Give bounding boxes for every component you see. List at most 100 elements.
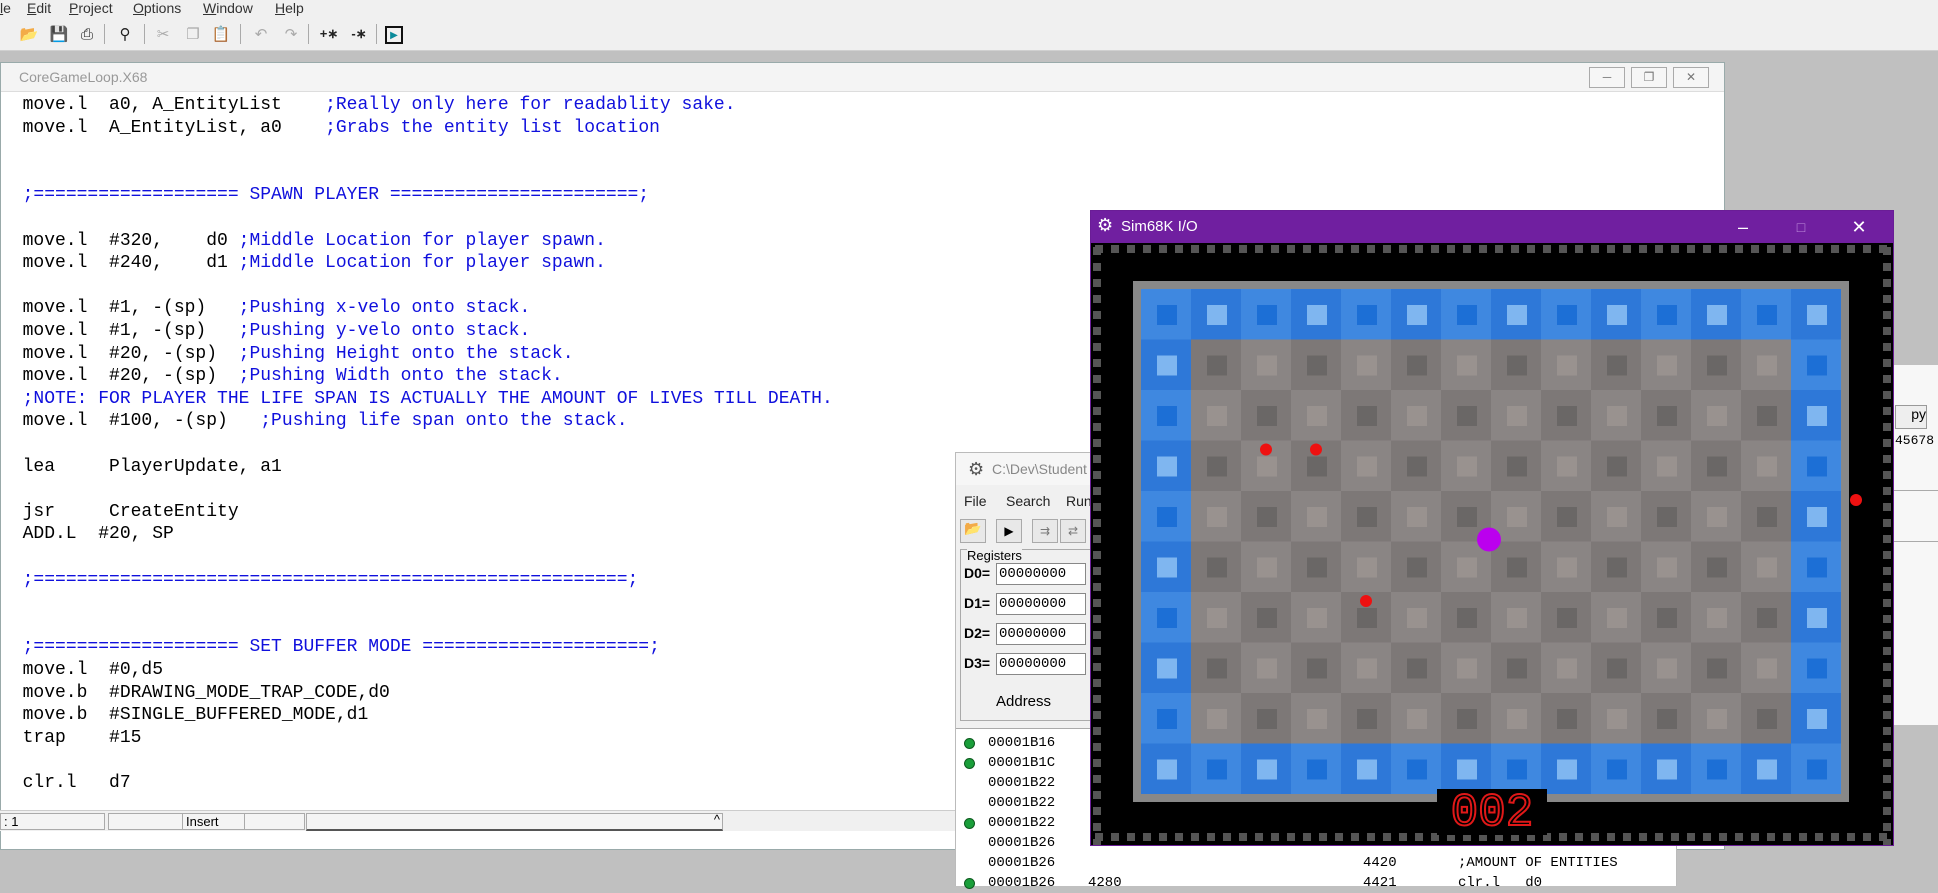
open-icon[interactable]: 📂 [18, 24, 40, 44]
border-dot [1093, 439, 1101, 447]
border-dot [1883, 631, 1891, 639]
listing-line: 4421 [1363, 875, 1397, 891]
border-dot [1093, 391, 1101, 399]
border-dot [1883, 647, 1891, 655]
tile-center [1207, 709, 1227, 729]
border-dot [1687, 245, 1695, 253]
sim-menu-search[interactable]: Search [1006, 493, 1050, 509]
tile-center [1257, 608, 1277, 628]
menu-window[interactable]: Window [203, 0, 253, 16]
border-dot [1883, 535, 1891, 543]
border-dot [1883, 391, 1891, 399]
sim-menu-run[interactable]: Run [1066, 493, 1092, 509]
gear-icon: ⚙ [968, 459, 985, 479]
run-icon[interactable]: ▶ [385, 26, 403, 44]
tile-center [1157, 406, 1177, 426]
tile-center [1707, 608, 1727, 628]
print-icon[interactable]: ⎙ [76, 24, 98, 44]
undo-icon[interactable]: ↶ [250, 24, 272, 44]
border-dot [1883, 567, 1891, 575]
border-dot [1223, 833, 1231, 841]
cut-icon[interactable]: ✂ [152, 24, 174, 44]
border-dot [1847, 245, 1855, 253]
open-icon[interactable]: 📂 [960, 519, 986, 543]
maximize-icon[interactable]: □ [1789, 215, 1813, 239]
tile-center [1407, 658, 1427, 679]
border-dot [1671, 833, 1679, 841]
listing-addr: 00001B16 [988, 735, 1056, 751]
tile-center [1407, 759, 1427, 780]
toolbar-separator [240, 24, 241, 44]
register-field[interactable]: 00000000 [996, 623, 1086, 645]
tile-center [1207, 456, 1227, 477]
border-dot [1111, 833, 1119, 841]
menu-project[interactable]: Project [69, 0, 113, 16]
menu-options[interactable]: Options [133, 0, 181, 16]
border-dot [1883, 711, 1891, 719]
register-field[interactable]: 00000000 [996, 653, 1086, 675]
tile-center [1257, 658, 1277, 679]
register-field[interactable]: 00000000 [996, 563, 1086, 585]
game-canvas[interactable]: 002 [1091, 243, 1893, 845]
code-text: move.l #240, d1 [1, 253, 239, 274]
code-comment: ;Pushing Height onto the stack. [238, 343, 574, 364]
enemy-dot [1360, 595, 1372, 607]
border-dot [1883, 487, 1891, 495]
border-dot [1093, 423, 1101, 431]
paste-icon[interactable]: 📋 [210, 24, 232, 44]
tile-center [1307, 557, 1327, 578]
border-dot [1883, 471, 1891, 479]
border-dot [1335, 245, 1343, 253]
border-dot [1093, 679, 1101, 687]
tile-center [1457, 658, 1477, 679]
copy-button[interactable]: py [1895, 405, 1927, 429]
border-dot [1127, 833, 1135, 841]
tile-center [1407, 406, 1427, 426]
breakpoint-icon[interactable] [964, 818, 975, 829]
register-field[interactable]: 00000000 [996, 593, 1086, 615]
minimize-icon[interactable]: – [1731, 215, 1755, 239]
border-dot [1607, 833, 1615, 841]
editor-title: CoreGameLoop.X68 [19, 69, 148, 85]
save-icon[interactable]: 💾 [48, 24, 70, 44]
copy-icon[interactable]: ❐ [182, 24, 204, 44]
maximize-icon[interactable]: ❐ [1631, 67, 1667, 88]
border-dot [1575, 833, 1583, 841]
code-line: trap #15 [1, 727, 142, 749]
breakpoint-icon[interactable] [964, 758, 975, 769]
tile-center [1607, 305, 1627, 325]
sim-menu-file[interactable]: File [964, 493, 987, 509]
close-icon[interactable]: ✕ [1673, 67, 1709, 88]
border-dot [1093, 263, 1101, 271]
border-dot [1191, 245, 1199, 253]
redo-icon[interactable]: ↷ [280, 24, 302, 44]
border-dot [1883, 375, 1891, 383]
border-dot [1367, 833, 1375, 841]
menu-edit[interactable]: Edit [27, 0, 51, 16]
menu-file[interactable]: le [0, 0, 11, 16]
trace-icon[interactable]: ⇄ [1060, 519, 1086, 543]
border-dot [1831, 245, 1839, 253]
tile-center [1807, 709, 1827, 729]
code-line: move.l a0, A_EntityList ;Really only her… [1, 94, 736, 116]
border-dot [1093, 599, 1101, 607]
tile-center [1307, 709, 1327, 729]
run-icon[interactable]: ▶ [996, 519, 1022, 543]
collapse-icon[interactable]: -∗ [348, 24, 370, 44]
step-icon[interactable]: ⇉ [1032, 519, 1058, 543]
tile-center [1607, 658, 1627, 679]
find-icon[interactable]: ⚲ [114, 24, 136, 44]
tile-center [1757, 658, 1777, 679]
border-dot [1751, 245, 1759, 253]
breakpoint-icon[interactable] [964, 738, 975, 749]
code-text: move.l #0,d5 [1, 660, 164, 680]
minimize-icon[interactable]: ─ [1589, 67, 1625, 88]
toolbar-separator [308, 24, 309, 44]
border-dot [1351, 245, 1359, 253]
border-dot [1093, 727, 1101, 735]
menu-help[interactable]: Help [275, 0, 304, 16]
close-icon[interactable]: ✕ [1847, 215, 1871, 239]
expand-icon[interactable]: +∗ [318, 24, 340, 44]
border-dot [1883, 759, 1891, 767]
tile-center [1157, 507, 1177, 527]
